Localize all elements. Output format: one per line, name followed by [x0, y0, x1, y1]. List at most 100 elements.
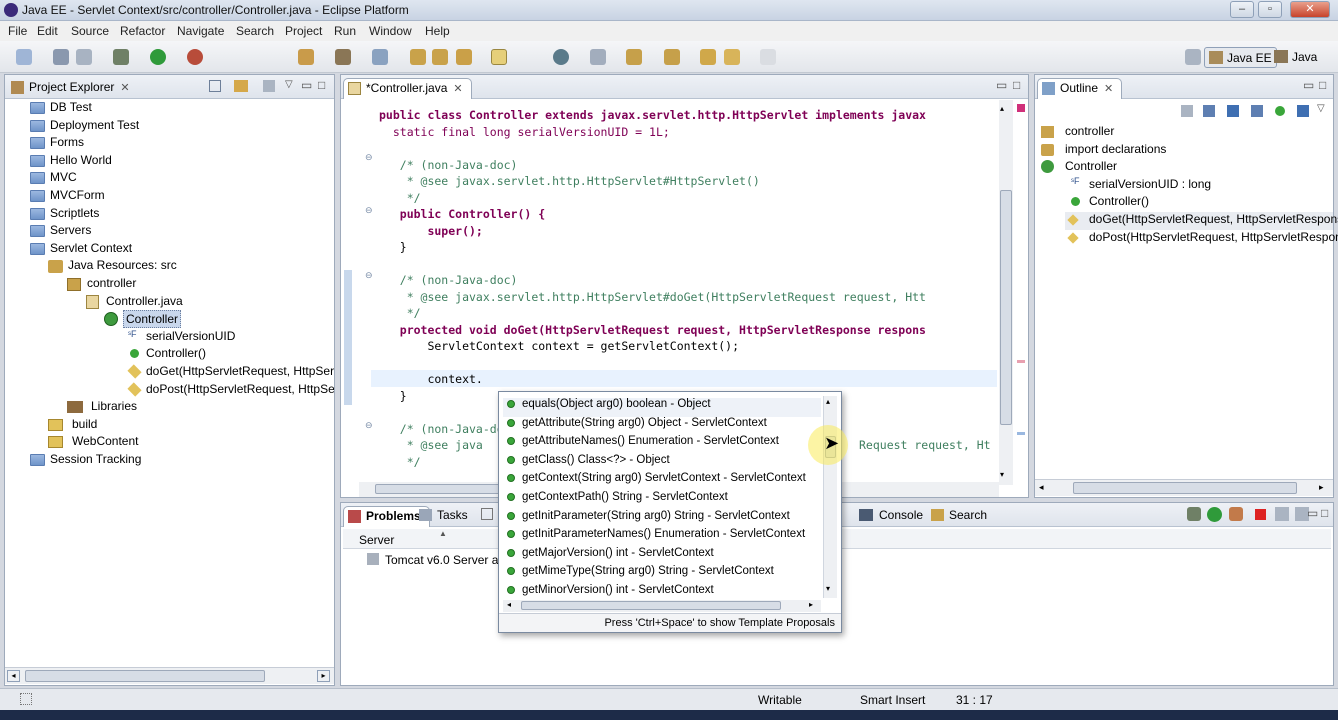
next-annotation-icon[interactable] [626, 49, 642, 65]
new-icon[interactable] [16, 49, 32, 65]
print-icon[interactable] [76, 49, 92, 65]
proposal-item[interactable]: equals(Object arg0) boolean - Object [503, 398, 821, 417]
sort-icon[interactable] [1203, 105, 1215, 117]
proposal-item[interactable]: getContextPath() String - ServletContext [507, 491, 728, 510]
pencil-icon[interactable] [456, 49, 472, 65]
warning-marker[interactable] [1017, 360, 1025, 363]
scroll-down-icon[interactable]: ▾ [826, 584, 830, 593]
minimize-view-icon[interactable]: ▭ [996, 78, 1007, 92]
fold-icon[interactable]: ⊖ [365, 205, 373, 216]
perspective-java-ee[interactable]: Java EE [1204, 47, 1277, 68]
outline-item-doget[interactable]: doGet(HttpServletRequest, HttpServletRes… [1065, 212, 1338, 230]
scroll-right-icon[interactable]: ▸ [1319, 482, 1324, 493]
collapse-all-icon[interactable] [209, 80, 221, 92]
tab-controller-java[interactable]: *Controller.java ✕ [343, 78, 472, 99]
vertical-scrollbar[interactable]: ▴ ▾ [999, 100, 1013, 485]
scroll-down-icon[interactable]: ▾ [1000, 470, 1004, 479]
menu-navigate[interactable]: Navigate [177, 24, 224, 38]
proposal-item[interactable]: getAttribute(String arg0) Object - Servl… [507, 417, 767, 436]
proposal-item[interactable]: getClass() Class<?> - Object [507, 454, 670, 473]
scroll-thumb[interactable] [25, 670, 265, 682]
scroll-thumb[interactable] [375, 484, 515, 494]
save-icon[interactable] [53, 49, 69, 65]
tab-search[interactable]: Search [931, 508, 987, 522]
menu-project[interactable]: Project [285, 24, 322, 38]
menu-edit[interactable]: Edit [37, 24, 58, 38]
hide-local-types-icon[interactable] [1275, 106, 1285, 116]
proposal-item[interactable]: getInitParameterNames() Enumeration - Se… [507, 528, 805, 547]
error-indicator[interactable] [1017, 104, 1025, 112]
tab-problems[interactable]: Problems [343, 506, 430, 527]
close-icon[interactable]: ✕ [453, 83, 462, 95]
menu-file[interactable]: File [8, 24, 27, 38]
properties-icon[interactable] [481, 508, 493, 520]
scroll-left-icon[interactable]: ◂ [507, 600, 511, 609]
minimize-view-icon[interactable]: ▭ [1303, 78, 1314, 92]
proposal-item[interactable]: getContext(String arg0) ServletContext -… [507, 472, 806, 491]
new-server-icon[interactable] [298, 49, 314, 65]
scroll-up-icon[interactable]: ▴ [826, 397, 830, 406]
maximize-view-icon[interactable]: □ [1321, 506, 1328, 520]
collapse-icon[interactable] [1297, 105, 1309, 117]
maximize-button[interactable]: ▫ [1258, 1, 1282, 18]
scroll-up-icon[interactable]: ▴ [1000, 104, 1004, 113]
outline-horizontal-scrollbar[interactable]: ◂ ▸ [1035, 479, 1333, 496]
minimize-button[interactable]: – [1230, 1, 1254, 18]
maximize-view-icon[interactable]: □ [1319, 78, 1326, 92]
maximize-view-icon[interactable]: □ [1013, 78, 1020, 92]
mark-occurrences-icon[interactable] [491, 49, 507, 65]
external-tools-icon[interactable] [187, 49, 203, 65]
view-menu-icon[interactable]: ▽ [285, 79, 293, 90]
minimize-view-icon[interactable]: ▭ [1307, 506, 1318, 520]
debug-icon[interactable] [113, 49, 129, 65]
tab-project-explorer[interactable]: Project Explorer ✕ [7, 78, 138, 99]
maximize-view-icon[interactable]: □ [318, 78, 325, 92]
tab-console[interactable]: Console [859, 508, 923, 522]
server-column-header[interactable]: Server [359, 533, 394, 547]
tab-tasks[interactable]: Tasks [419, 508, 468, 522]
forward-icon[interactable] [760, 49, 776, 65]
fold-icon[interactable]: ⊖ [365, 420, 373, 431]
run-icon[interactable] [150, 49, 166, 65]
back-icon[interactable] [724, 49, 740, 65]
last-edit-icon[interactable] [700, 49, 716, 65]
hide-static-icon[interactable] [1227, 105, 1239, 117]
close-icon[interactable]: ✕ [120, 82, 129, 94]
open-perspective-icon[interactable] [1185, 49, 1201, 65]
fast-view-icon[interactable] [20, 693, 32, 705]
scroll-left-icon[interactable]: ◂ [7, 670, 20, 682]
menu-help[interactable]: Help [425, 24, 450, 38]
profile-server-icon[interactable] [1229, 507, 1243, 521]
scroll-thumb[interactable] [1073, 482, 1297, 494]
scroll-left-icon[interactable]: ◂ [1039, 482, 1044, 493]
new-project-icon[interactable] [335, 49, 351, 65]
stop-server-icon[interactable] [1255, 509, 1266, 520]
close-icon[interactable]: ✕ [1104, 83, 1113, 95]
view-menu-icon[interactable]: ▽ [1317, 103, 1325, 114]
menu-window[interactable]: Window [369, 24, 412, 38]
scroll-thumb[interactable] [521, 601, 781, 610]
menu-search[interactable]: Search [236, 24, 274, 38]
globe-icon[interactable] [553, 49, 569, 65]
open-task-icon[interactable] [432, 49, 448, 65]
menu-run[interactable]: Run [334, 24, 356, 38]
close-button[interactable]: ✕ [1290, 1, 1330, 18]
menu-refactor[interactable]: Refactor [120, 24, 165, 38]
fold-icon[interactable]: ⊖ [365, 152, 373, 163]
proposal-item[interactable]: getAttributeNames() Enumeration - Servle… [507, 435, 779, 454]
perspective-java[interactable]: Java [1270, 47, 1321, 68]
hide-non-public-icon[interactable] [1251, 105, 1263, 117]
proposal-item[interactable]: getInitParameter(String arg0) String - S… [507, 510, 790, 529]
debug-server-icon[interactable] [1187, 507, 1201, 521]
scroll-right-icon[interactable]: ▸ [809, 600, 813, 609]
prev-annotation-icon[interactable] [664, 49, 680, 65]
annotation-icon[interactable] [590, 49, 606, 65]
scroll-thumb[interactable] [1000, 190, 1012, 425]
hide-fields-icon[interactable] [1181, 105, 1193, 117]
open-folder-icon[interactable] [410, 49, 426, 65]
start-server-icon[interactable] [1207, 507, 1222, 522]
tab-outline[interactable]: Outline ✕ [1037, 78, 1123, 99]
publish-icon[interactable] [1275, 507, 1289, 521]
proposal-item[interactable]: getMimeType(String arg0) String - Servle… [507, 565, 774, 584]
minimize-view-icon[interactable]: ▭ [301, 78, 312, 92]
